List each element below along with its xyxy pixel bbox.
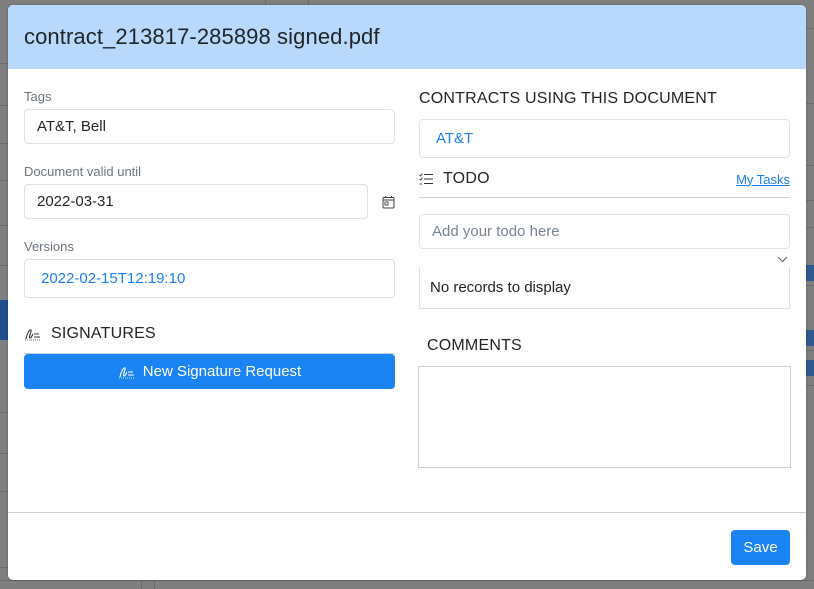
comments-textarea[interactable] (418, 366, 791, 468)
todo-header: TODO My Tasks (419, 168, 790, 190)
bg-divider (154, 580, 155, 589)
bg-tag (806, 265, 814, 281)
bg-divider (0, 491, 8, 492)
bg-divider (806, 385, 814, 386)
bg-divider (806, 350, 814, 351)
version-link[interactable]: 2022-02-15T12:19:10 (24, 259, 395, 298)
bg-divider (806, 28, 814, 29)
versions-label: Versions (24, 239, 74, 254)
modal-title: contract_213817-285898 signed.pdf (24, 24, 380, 49)
todo-input[interactable]: Add your todo here (419, 214, 790, 249)
valid-until-label: Document valid until (24, 164, 142, 179)
modal-header: contract_213817-285898 signed.pdf (8, 5, 806, 69)
new-signature-request-button[interactable]: New Signature Request (24, 354, 395, 389)
valid-until-input[interactable]: 2022-03-31 (24, 184, 368, 219)
bg-divider (0, 265, 8, 266)
tags-label: Tags (24, 89, 52, 104)
signatures-title: SIGNATURES (51, 325, 156, 342)
bg-tag (806, 360, 814, 376)
todo-title: TODO (443, 170, 490, 187)
bg-divider (0, 105, 8, 106)
bg-divider (0, 453, 8, 454)
bg-divider (0, 225, 8, 226)
bg-divider (806, 165, 814, 166)
todo-empty-state: No records to display (419, 267, 790, 309)
bg-divider (806, 227, 814, 228)
bg-divider (806, 200, 814, 201)
todo-expand-row (419, 249, 790, 269)
bg-tag (806, 330, 814, 346)
my-tasks-link[interactable]: My Tasks (736, 172, 790, 187)
save-button[interactable]: Save (731, 530, 790, 565)
comments-title: COMMENTS (427, 337, 522, 354)
contract-link[interactable]: AT&T (436, 130, 473, 147)
bg-divider (806, 285, 814, 286)
contracts-header: CONTRACTS USING THIS DOCUMENT (419, 89, 790, 109)
contracts-list: AT&T (419, 119, 790, 158)
signature-icon (118, 365, 135, 379)
todo-title-group: TODO (419, 170, 490, 188)
valid-until-row: 2022-03-31 (24, 184, 395, 219)
modal-footer: Save (8, 512, 806, 580)
bg-divider (0, 412, 8, 413)
chevron-down-icon[interactable] (777, 250, 788, 268)
bg-divider (0, 180, 8, 181)
bg-divider (0, 567, 8, 568)
bg-divider (0, 63, 8, 64)
bg-divider (806, 103, 814, 104)
contracts-title: CONTRACTS USING THIS DOCUMENT (419, 90, 717, 107)
checklist-icon (419, 173, 434, 185)
todo-divider (419, 197, 790, 198)
document-modal: contract_213817-285898 signed.pdf Tags A… (8, 5, 806, 580)
bg-divider (0, 580, 814, 581)
bg-divider (141, 580, 142, 589)
right-column: CONTRACTS USING THIS DOCUMENT AT&T TODO … (418, 89, 791, 468)
bg-selected-row (0, 300, 8, 340)
tags-input[interactable]: AT&T, Bell (24, 109, 395, 144)
signature-icon (24, 327, 41, 341)
calendar-icon[interactable] (368, 195, 395, 209)
signatures-header: SIGNATURES (24, 324, 395, 344)
modal-body: Tags AT&T, Bell Document valid until 202… (8, 69, 806, 512)
bg-divider (0, 143, 8, 144)
new-signature-request-label: New Signature Request (142, 363, 302, 380)
left-column: Tags AT&T, Bell Document valid until 202… (24, 89, 395, 389)
